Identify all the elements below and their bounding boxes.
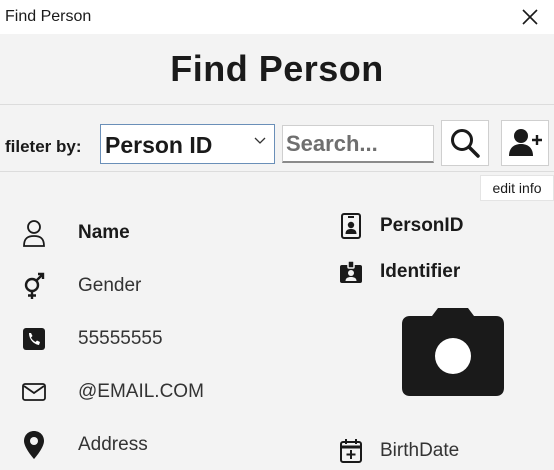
email-row: @EMAIL.COM: [20, 378, 204, 406]
identifier-label: Identifier: [380, 261, 461, 282]
person-icon: [20, 219, 48, 247]
envelope-icon: [20, 378, 48, 406]
filter-label: fileter by:: [5, 137, 82, 156]
search-icon: [451, 129, 480, 158]
page-header: Find Person: [0, 34, 554, 104]
close-button[interactable]: [518, 5, 542, 29]
find-button[interactable]: [441, 120, 489, 166]
search-input[interactable]: [283, 126, 433, 161]
phone-row: 55555555: [20, 325, 163, 353]
location-pin-icon: [20, 431, 48, 459]
identifier-row: Identifier: [337, 258, 460, 286]
birthdate-label: BirthDate: [380, 440, 460, 461]
camera-icon: [402, 308, 504, 396]
gender-icon: [20, 272, 48, 300]
address-value: Address: [78, 434, 148, 455]
photo-placeholder[interactable]: [400, 306, 506, 403]
chevron-down-icon: [254, 137, 266, 144]
window-titlebar: Find Person: [0, 0, 554, 34]
name-label: Name: [78, 222, 130, 243]
person-id-label: PersonID: [380, 215, 464, 236]
page-title: Find Person: [170, 48, 384, 89]
id-badge-icon: [337, 212, 365, 240]
add-person-button[interactable]: [501, 120, 549, 166]
birthdate-row: BirthDate: [337, 437, 459, 465]
window-title: Find Person: [5, 8, 92, 25]
search-field[interactable]: [282, 125, 434, 163]
add-person-icon: [509, 129, 542, 156]
person-id-row: PersonID: [337, 212, 463, 240]
filter-select[interactable]: Person ID: [100, 124, 275, 164]
edit-info-tooltip: edit info: [480, 175, 554, 201]
filter-select-value: Person ID: [105, 132, 213, 158]
calendar-add-icon: [337, 437, 365, 465]
id-card-icon: [337, 258, 365, 286]
gender-label: Gender: [78, 275, 142, 296]
name-row: Name: [20, 219, 130, 247]
email-value: @EMAIL.COM: [78, 381, 204, 402]
phone-value: 55555555: [78, 328, 163, 349]
filter-toolbar: fileter by: Person ID: [0, 104, 554, 172]
close-icon: [522, 9, 538, 25]
phone-icon: [20, 325, 48, 353]
gender-row: Gender: [20, 272, 141, 300]
address-row: Address: [20, 431, 148, 459]
